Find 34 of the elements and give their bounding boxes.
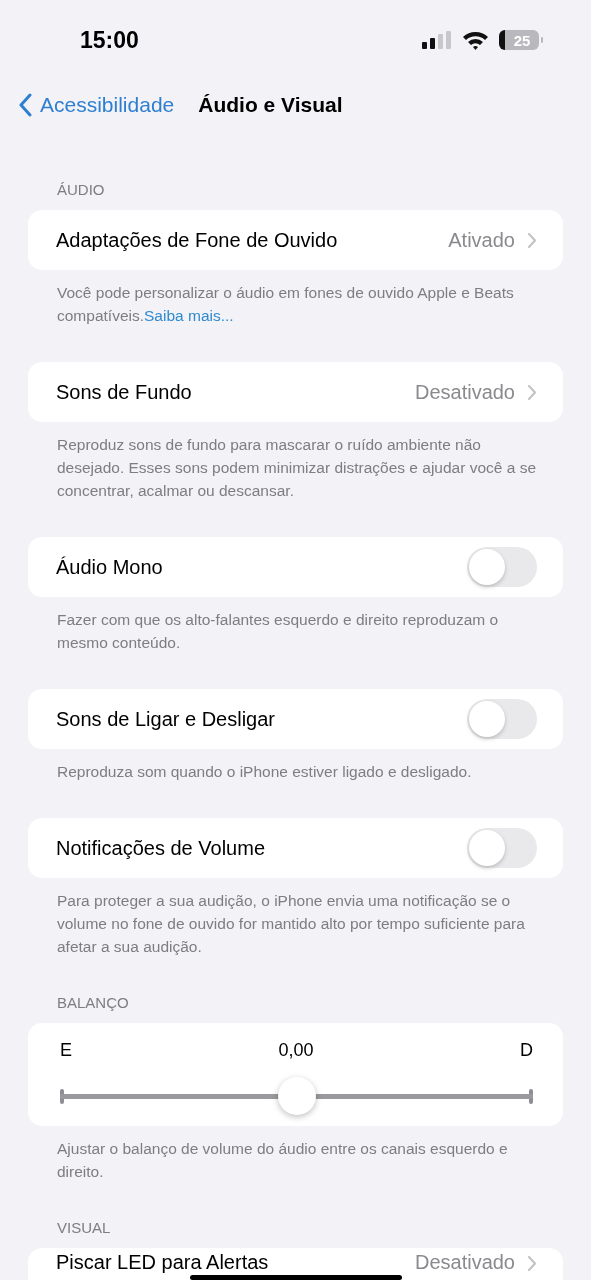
left-label: E — [60, 1039, 72, 1062]
row-label[interactable]: Sons de Fundo — [56, 380, 415, 404]
balance-reading: 0,00 — [278, 1039, 314, 1062]
signal-icon — [422, 31, 452, 49]
row-label[interactable]: Piscar LED para Alertas — [56, 1251, 415, 1274]
footer-text: Reproduza som quando o iPhone estiver ligado e desligado. — [57, 762, 473, 782]
chevron-icon — [527, 231, 537, 249]
slider-thumb[interactable] — [277, 1077, 316, 1115]
back-button[interactable]: Acessibilidade — [18, 93, 175, 117]
section-header: VISUAL — [56, 1218, 112, 1238]
footer-text: Você pode personalizar o áudio em fones de ouvido Apple e Beats compatíveis.Saiba mais... — [57, 283, 515, 326]
row-value: Desativado — [414, 380, 515, 404]
toggle-switch[interactable] — [467, 699, 537, 739]
section-header: ÁUDIO — [56, 180, 106, 200]
toggle-switch[interactable] — [467, 828, 537, 868]
back-icon — [18, 93, 32, 117]
footer-text: Fazer com que os alto-falantes esquerdo e direito reproduzam o mesmo conteúdo. — [57, 610, 500, 653]
chevron-icon — [527, 383, 537, 401]
row-value: Ativado — [448, 228, 515, 252]
right-label: D — [520, 1039, 533, 1062]
toggle-switch[interactable] — [467, 547, 537, 587]
row-label: Notificações de Volume — [56, 836, 266, 860]
wifi-icon — [462, 30, 489, 50]
footer-text: Ajustar o balanço de volume do áudio entre os canais esquerdo e direito. — [57, 1139, 509, 1182]
row-label: Sons de Ligar e Desligar — [56, 707, 276, 731]
row-label[interactable]: Adaptações de Fone de Ouvido — [56, 228, 449, 252]
section-header: BALANÇO — [56, 993, 130, 1013]
status-time: 15:00 — [80, 26, 139, 54]
row-value: Desativado — [414, 1251, 515, 1274]
row-label: Áudio Mono — [56, 555, 164, 579]
chevron-icon — [527, 1255, 537, 1272]
footer-text: Reproduz sons de fundo para mascarar o ruído ambiente não desejado. Esses sons podem minimizar distrações e ajudar você a se concentrar, acalmar ou descansar. — [57, 435, 538, 501]
footer-text: Para proteger a sua audição, o iPhone envia uma notificação se o volume no fone de ouvido for mantido alto por tempo suficiente para afetar a sua audição. — [57, 891, 526, 957]
page-title: Áudio e Visual — [198, 93, 343, 117]
